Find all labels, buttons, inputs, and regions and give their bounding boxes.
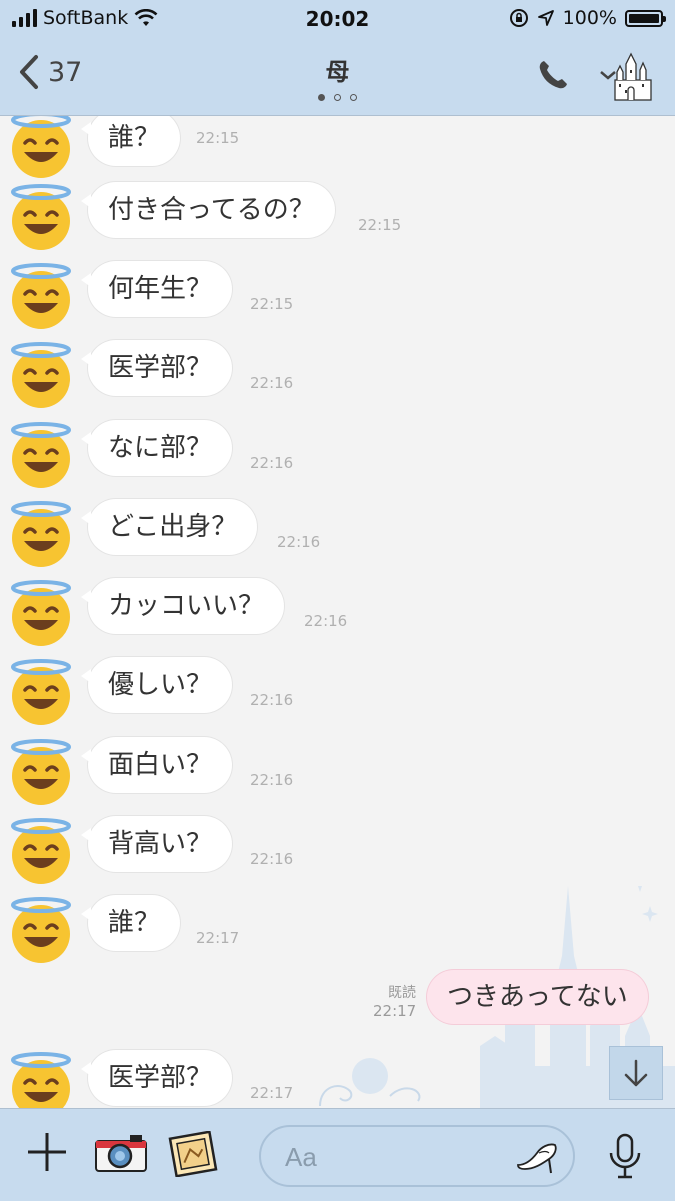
photo-icon[interactable]	[168, 1131, 218, 1177]
message-time: 22:17	[373, 1002, 417, 1020]
message-bubble[interactable]: 何年生？	[80, 261, 233, 317]
smiling-face-with-halo-icon[interactable]	[8, 116, 74, 178]
message-bubble[interactable]: なに部？	[80, 420, 233, 476]
message-row: 誰？ 22:17	[0, 893, 675, 963]
smiling-face-with-halo-icon[interactable]	[8, 580, 74, 646]
message-row: 誰？ 22:15	[0, 116, 675, 178]
location-icon	[537, 10, 554, 26]
smiling-face-with-halo-icon[interactable]	[8, 501, 74, 567]
message-bubble[interactable]: 医学部？	[80, 340, 233, 396]
smiling-face-with-halo-icon[interactable]	[8, 659, 74, 725]
orientation-lock-icon	[509, 9, 528, 27]
microphone-icon[interactable]	[607, 1133, 643, 1181]
message-time: 22:15	[358, 216, 402, 234]
message-row: 背高い？ 22:16	[0, 814, 675, 884]
message-row: 面白い？ 22:16	[0, 735, 675, 805]
chat-area[interactable]: 誰？ 22:15 付き合ってるの？ 22:15 何年生？ 22:15 医学部？ …	[0, 116, 675, 1108]
scroll-down-button[interactable]	[609, 1046, 663, 1100]
chat-header: 37 母	[0, 38, 675, 116]
message-bubble[interactable]: 背高い？	[80, 816, 233, 872]
message-row: 何年生？ 22:15	[0, 259, 675, 329]
smiling-face-with-halo-icon[interactable]	[8, 263, 74, 329]
message-row: どこ出身？ 22:16	[0, 497, 675, 567]
chat-title: 母	[325, 58, 350, 86]
status-bar: SoftBank 20:02 100%	[0, 0, 675, 38]
message-row: 医学部？ 22:16	[0, 338, 675, 408]
smiling-face-with-halo-icon[interactable]	[8, 897, 74, 963]
read-receipt: 既読	[388, 985, 416, 1001]
message-bubble[interactable]: カッコいい？	[80, 578, 285, 634]
smiling-face-with-halo-icon[interactable]	[8, 1052, 74, 1108]
glass-slipper-icon[interactable]	[515, 1139, 559, 1175]
message-row: 優しい？ 22:16	[0, 655, 675, 725]
phone-icon[interactable]	[536, 58, 570, 92]
message-bubble[interactable]: 医学部？	[80, 1050, 233, 1106]
message-time: 22:17	[196, 929, 240, 947]
message-time: 22:17	[250, 1084, 294, 1102]
message-time: 22:16	[250, 691, 294, 709]
message-bubble[interactable]: 面白い？	[80, 737, 233, 793]
message-bubble[interactable]: 優しい？	[80, 657, 233, 713]
smiling-face-with-halo-icon[interactable]	[8, 184, 74, 250]
camera-icon[interactable]	[94, 1133, 148, 1173]
message-bubble[interactable]: 誰？	[80, 116, 181, 166]
arrow-down-icon	[624, 1059, 648, 1087]
input-bar	[0, 1108, 675, 1201]
message-time: 22:16	[250, 850, 294, 868]
message-row: なに部？ 22:16	[0, 418, 675, 488]
page-indicator	[0, 94, 675, 101]
outgoing-message-bubble[interactable]: つきあってない	[427, 970, 648, 1024]
smiling-face-with-halo-icon[interactable]	[8, 342, 74, 408]
message-bubble[interactable]: 付き合ってるの？	[81, 182, 335, 238]
smiling-face-with-halo-icon[interactable]	[8, 818, 74, 884]
smiling-face-with-halo-icon[interactable]	[8, 739, 74, 805]
message-input-field[interactable]	[259, 1125, 575, 1187]
message-time: 22:16	[250, 771, 294, 789]
message-row: カッコいい？ 22:16	[0, 576, 675, 646]
status-right: 100%	[509, 7, 666, 29]
message-row: 医学部？ 22:17	[0, 1048, 675, 1108]
chevron-down-castle-icon[interactable]	[598, 50, 656, 102]
message-input[interactable]	[283, 1139, 507, 1175]
message-time: 22:16	[304, 612, 348, 630]
battery-icon	[625, 9, 666, 27]
battery-percent: 100%	[562, 7, 617, 29]
message-time: 22:16	[250, 374, 294, 392]
smiling-face-with-halo-icon[interactable]	[8, 422, 74, 488]
plus-icon[interactable]	[26, 1131, 68, 1173]
message-time: 22:15	[196, 129, 240, 147]
message-bubble[interactable]: どこ出身？	[80, 499, 258, 555]
message-time: 22:16	[250, 454, 294, 472]
message-row: 付き合ってるの？ 22:15	[0, 180, 675, 250]
message-bubble[interactable]: 誰？	[80, 895, 181, 951]
message-time: 22:15	[250, 295, 294, 313]
message-time: 22:16	[277, 533, 321, 551]
